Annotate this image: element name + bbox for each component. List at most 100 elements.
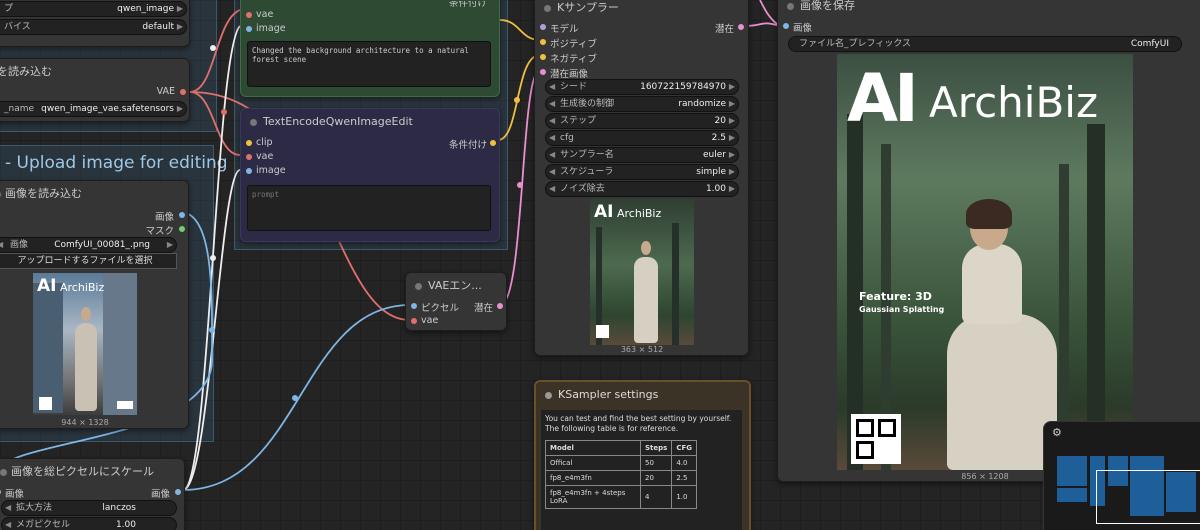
vae-input-dot[interactable] — [246, 12, 252, 18]
input-vae[interactable]: vae — [246, 9, 273, 20]
minimap-settings-icon[interactable]: ⚙ — [1052, 426, 1062, 439]
image-file-widget[interactable]: ◀ 画像 ComfyUI_00081_.png ▶ — [0, 237, 177, 253]
arrow-right-icon[interactable]: ▶ — [729, 148, 735, 162]
vae-name-widget[interactable]: _name qwen_image_vae.safetensors ▶ — [0, 101, 187, 117]
arrow-right-icon[interactable]: ▶ — [729, 114, 735, 128]
image-scale-node[interactable]: 画像を総ピクセルにスケール 画像 画像 ◀ 拡大方法 lanczos ◀ メガピ… — [0, 458, 185, 530]
header-steps: Steps — [639, 440, 673, 456]
denoise-widget[interactable]: ◀ ノイズ除去 1.00 ▶ — [545, 181, 739, 197]
output-image[interactable]: 画像 — [151, 486, 181, 500]
output-image[interactable]: 画像 — [155, 209, 185, 223]
ksampler-settings-note[interactable]: KSampler settings You can test and find … — [534, 380, 751, 530]
arrow-right-icon[interactable]: ▶ — [729, 182, 735, 196]
image-output-dot[interactable] — [175, 489, 181, 495]
input-latent[interactable]: 潜在画像 — [540, 66, 588, 80]
device-widget[interactable]: バイス default ▶ — [0, 19, 187, 35]
upload-button[interactable]: アップロードするファイルを選択 — [0, 253, 177, 269]
load-image-node[interactable]: 画像を読み込む 画像 マスク ◀ 画像 ComfyUI_00081_.png ▶… — [0, 180, 189, 429]
input-vae[interactable]: vae — [411, 315, 438, 326]
input-model[interactable]: モデル — [540, 21, 579, 35]
input-pixels[interactable]: ピクセル — [411, 300, 459, 314]
vae-input-dot[interactable] — [411, 318, 417, 324]
latent-input-dot[interactable] — [540, 69, 546, 75]
upscale-method-widget[interactable]: ◀ 拡大方法 lanczos — [1, 500, 177, 516]
output-mask[interactable]: マスク — [145, 223, 185, 237]
megapixels-widget[interactable]: ◀ メガピクセル 1.00 — [1, 517, 177, 530]
model-input-dot[interactable] — [540, 24, 546, 30]
minimap[interactable]: ⚙ — [1043, 421, 1200, 530]
text-encode-negative-node[interactable]: TextEncodeQwenImageEdit clip vae image 条… — [240, 108, 500, 242]
image-input-dot[interactable] — [246, 26, 252, 32]
sampler-name-widget[interactable]: ◀ サンプラー名 euler ▶ — [545, 147, 739, 163]
weight-dtype-widget[interactable]: プ qwen_image ▶ — [0, 1, 187, 17]
filename-prefix-widget[interactable]: ファイル名_プレフィックス ComfyUI — [788, 36, 1182, 52]
node-canvas[interactable]: - Upload image for editing プ qwen_image … — [0, 0, 1200, 530]
pixels-input-dot[interactable] — [411, 303, 417, 309]
status-dot-icon — [787, 3, 794, 10]
arrow-left-icon[interactable]: ◀ — [549, 97, 555, 111]
vae-encode-node[interactable]: VAEエン... ピクセル vae 潜在 — [405, 272, 507, 331]
arrow-left-icon[interactable]: ◀ — [549, 148, 555, 162]
arrow-left-icon[interactable]: ◀ — [549, 165, 555, 179]
input-image[interactable]: image — [246, 165, 286, 176]
control-after-generate-widget[interactable]: ◀ 生成後の制御 randomize ▶ — [545, 96, 739, 112]
arrow-right-icon[interactable]: ▶ — [167, 238, 173, 252]
output-conditioning[interactable]: 条件付け — [449, 1, 487, 9]
arrow-left-icon[interactable]: ◀ — [5, 501, 11, 515]
seed-widget[interactable]: ◀ シード 160722159784970 ▶ — [545, 79, 739, 95]
output-conditioning[interactable]: 条件付け — [449, 137, 496, 151]
negative-input-dot[interactable] — [540, 54, 546, 60]
minimap-viewport[interactable] — [1096, 470, 1200, 524]
input-negative[interactable]: ネガティブ — [540, 51, 597, 65]
input-positive[interactable]: ポジティブ — [540, 36, 597, 50]
arrow-right-icon[interactable]: ▶ — [729, 80, 735, 94]
vae-output-dot[interactable] — [180, 89, 186, 95]
output-vae[interactable]: VAE — [157, 86, 186, 97]
arrow-left-icon[interactable]: ◀ — [0, 238, 3, 252]
arrow-left-icon[interactable]: ◀ — [5, 518, 11, 530]
arrow-right-icon[interactable]: ▶ — [729, 165, 735, 179]
output-latent[interactable]: 潜在 — [715, 21, 744, 35]
upscale-method-label: 拡大方法 — [16, 503, 53, 513]
input-image-size: 944 × 1328 — [61, 418, 109, 427]
megapixels-label: メガピクセル — [16, 520, 71, 530]
image-input-dot[interactable] — [0, 489, 1, 495]
scheduler-widget[interactable]: ◀ スケジューラ simple ▶ — [545, 164, 739, 180]
latent-output-dot[interactable] — [738, 24, 744, 30]
input-vae[interactable]: vae — [246, 151, 273, 162]
mask-output-dot[interactable] — [179, 226, 185, 232]
steps-widget[interactable]: ◀ ステップ 20 ▶ — [545, 113, 739, 129]
input-image[interactable]: 画像 — [0, 486, 24, 500]
text-encode-positive-node[interactable]: vae image 条件付け Changed the background ar… — [240, 0, 500, 97]
image-output-dot[interactable] — [179, 212, 185, 218]
arrow-left-icon[interactable]: ◀ — [549, 80, 555, 94]
input-clip[interactable]: clip — [246, 137, 273, 148]
image-input-dot[interactable] — [783, 23, 789, 29]
vae-loader-node[interactable]: を読み込む VAE _name qwen_image_vae.safetenso… — [0, 58, 190, 122]
arrow-right-icon[interactable]: ▶ — [729, 97, 735, 111]
status-dot-icon — [545, 392, 552, 399]
arrow-right-icon[interactable]: ▶ — [177, 20, 183, 34]
positive-input-dot[interactable] — [540, 39, 546, 45]
arrow-left-icon[interactable]: ◀ — [549, 182, 555, 196]
positive-prompt-textarea[interactable]: Changed the background architecture to a… — [247, 41, 491, 87]
input-image[interactable]: 画像 — [783, 20, 812, 34]
load-diffusion-model-node[interactable]: プ qwen_image ▶ バイス default ▶ — [0, 0, 190, 47]
conditioning-output-dot[interactable] — [490, 140, 496, 146]
arrow-right-icon[interactable]: ▶ — [177, 2, 183, 16]
image-input-dot[interactable] — [246, 168, 252, 174]
save-image-node[interactable]: 画像を保存 画像 ファイル名_プレフィックス ComfyUI AI ArchiB… — [777, 0, 1200, 482]
latent-output-dot[interactable] — [497, 303, 503, 309]
output-latent[interactable]: 潜在 — [474, 300, 503, 314]
clip-input-dot[interactable] — [246, 140, 252, 146]
arrow-left-icon[interactable]: ◀ — [549, 114, 555, 128]
output-logo-biz: ArchiBiz — [929, 78, 1098, 127]
arrow-left-icon[interactable]: ◀ — [549, 131, 555, 145]
ksampler-node[interactable]: Kサンプラー モデル ポジティブ ネガティブ 潜在画像 潜在 ◀ シード 160… — [534, 0, 749, 356]
arrow-right-icon[interactable]: ▶ — [729, 131, 735, 145]
input-image[interactable]: image — [246, 23, 286, 34]
negative-prompt-textarea[interactable]: prompt — [247, 185, 491, 231]
vae-input-dot[interactable] — [246, 154, 252, 160]
cfg-widget[interactable]: ◀ cfg 2.5 ▶ — [545, 130, 739, 146]
arrow-right-icon[interactable]: ▶ — [177, 102, 183, 116]
